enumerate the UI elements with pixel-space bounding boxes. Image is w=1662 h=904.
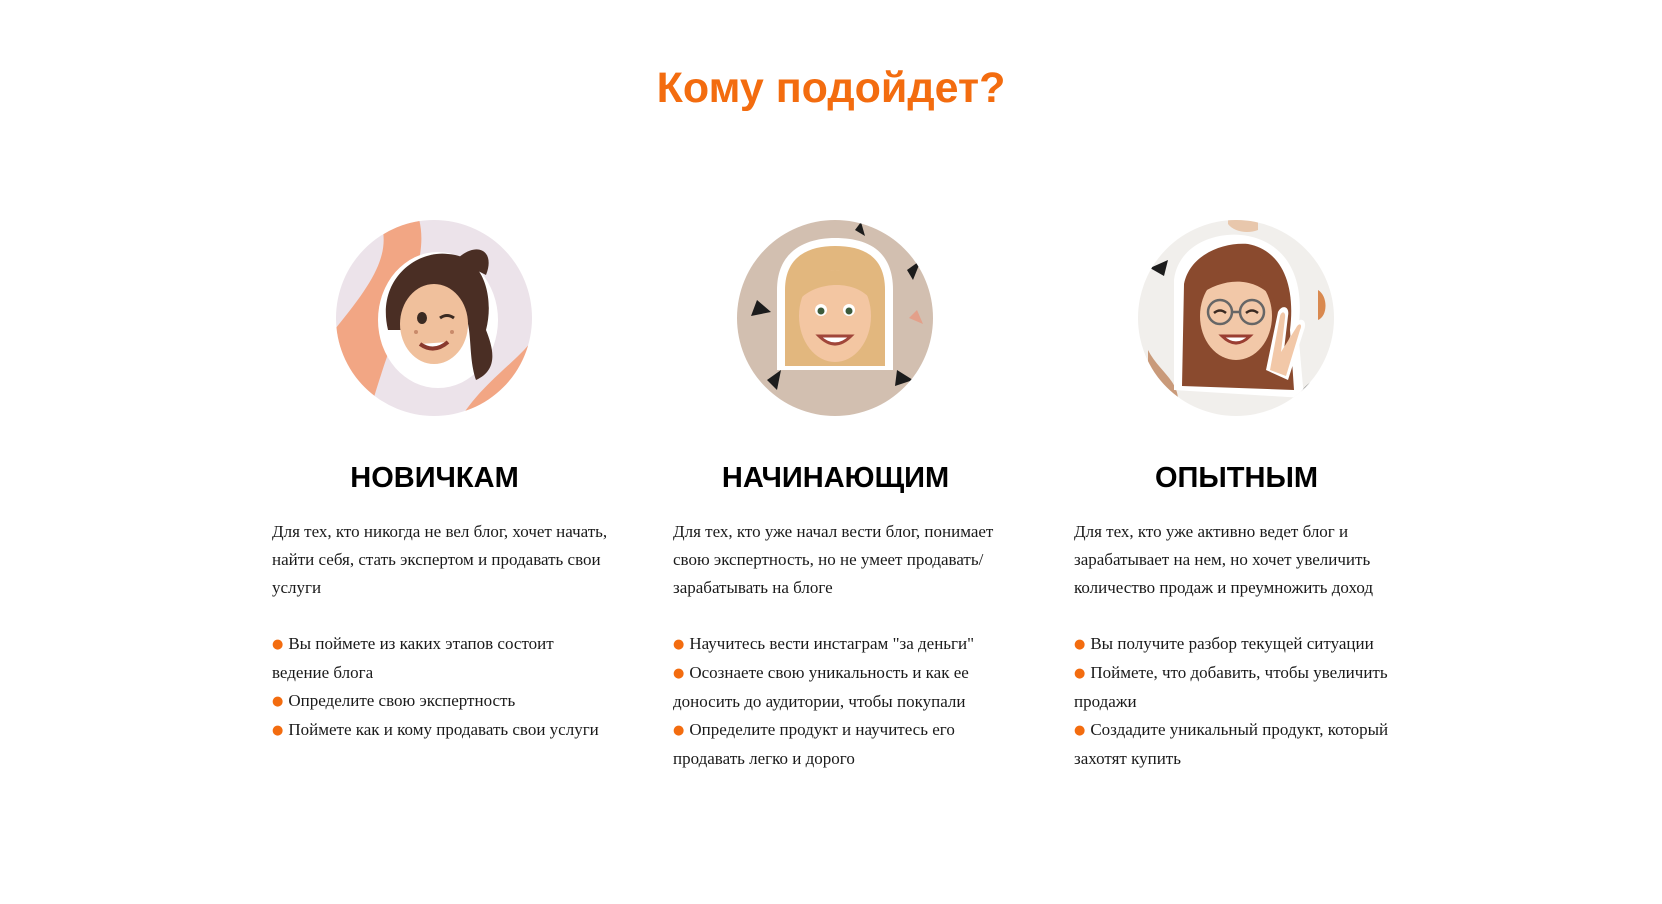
- list-item-text: Научитесь вести инстаграм "за деньги": [689, 634, 975, 653]
- bullet-dot-icon: ●: [1074, 666, 1086, 681]
- list-item: ● Вы поймете из каких этапов состоит веде…: [272, 630, 612, 687]
- page-title: Кому подойдет?: [656, 64, 1006, 112]
- benefits-list: ● Научитесь вести инстаграм "за деньги" ●…: [673, 630, 1013, 773]
- list-item-text: Вы поймете из каких этапов состоит веден…: [272, 634, 554, 682]
- bullet-dot-icon: ●: [1074, 723, 1086, 738]
- audience-description: Для тех, кто уже начал вести блог, поним…: [673, 522, 994, 597]
- bullet-dot-icon: ●: [272, 723, 284, 738]
- bullet-dot-icon: ●: [1074, 637, 1086, 652]
- smiling-blonde-memoji-icon: [737, 220, 933, 416]
- list-item: ● Создадите уникальный продукт, который з…: [1074, 716, 1414, 773]
- winking-girl-memoji-icon: [336, 220, 532, 416]
- audience-heading: НОВИЧКАМ: [350, 462, 519, 494]
- list-item: ● Поймете как и кому продавать свои услуг…: [272, 716, 612, 745]
- list-item: ● Поймете, что добавить, чтобы увеличить …: [1074, 659, 1414, 716]
- list-item-text: Вы получите разбор текущей ситуации: [1090, 634, 1374, 653]
- list-item-text: Поймете как и кому продавать свои услуги: [288, 720, 599, 739]
- audience-heading: ОПЫТНЫМ: [1155, 462, 1318, 494]
- list-item-text: Осознаете свою уникальность и как ее дон…: [673, 663, 969, 711]
- list-item-text: Поймете, что добавить, чтобы увеличить п…: [1074, 663, 1388, 711]
- bullet-dot-icon: ●: [272, 637, 284, 652]
- audience-description: Для тех, кто никогда не вел блог, хочет …: [272, 522, 608, 597]
- benefits-list: ● Вы поймете из каких этапов состоит веде…: [272, 630, 612, 745]
- memoji-avatar-icon: [336, 220, 532, 416]
- bullet-dot-icon: ●: [673, 723, 685, 738]
- list-item: ● Определите свою экспертность: [272, 687, 612, 716]
- list-item: ● Вы получите разбор текущей ситуации: [1074, 630, 1414, 659]
- girl-with-glasses-memoji-icon: [1138, 220, 1334, 416]
- bullet-dot-icon: ●: [272, 694, 284, 709]
- list-item: ● Научитесь вести инстаграм "за деньги": [673, 630, 1013, 659]
- list-item: ● Определите продукт и научитесь его прод…: [673, 716, 1013, 773]
- bullet-dot-icon: ●: [673, 666, 685, 681]
- audience-heading: НАЧИНАЮЩИМ: [721, 462, 950, 494]
- list-item: ● Осознаете свою уникальность и как ее до…: [673, 659, 1013, 716]
- list-item-text: Определите продукт и научитесь его прода…: [673, 720, 955, 768]
- memoji-avatar-icon: [1138, 220, 1334, 416]
- list-item-text: Определите свою экспертность: [288, 691, 516, 710]
- benefits-list: ● Вы получите разбор текущей ситуации ● По…: [1074, 630, 1414, 773]
- list-item-text: Создадите уникальный продукт, который за…: [1074, 720, 1389, 768]
- bullet-dot-icon: ●: [673, 637, 685, 652]
- audience-description: Для тех, кто уже активно ведет блог и за…: [1074, 522, 1373, 597]
- memoji-avatar-icon: [737, 220, 933, 416]
